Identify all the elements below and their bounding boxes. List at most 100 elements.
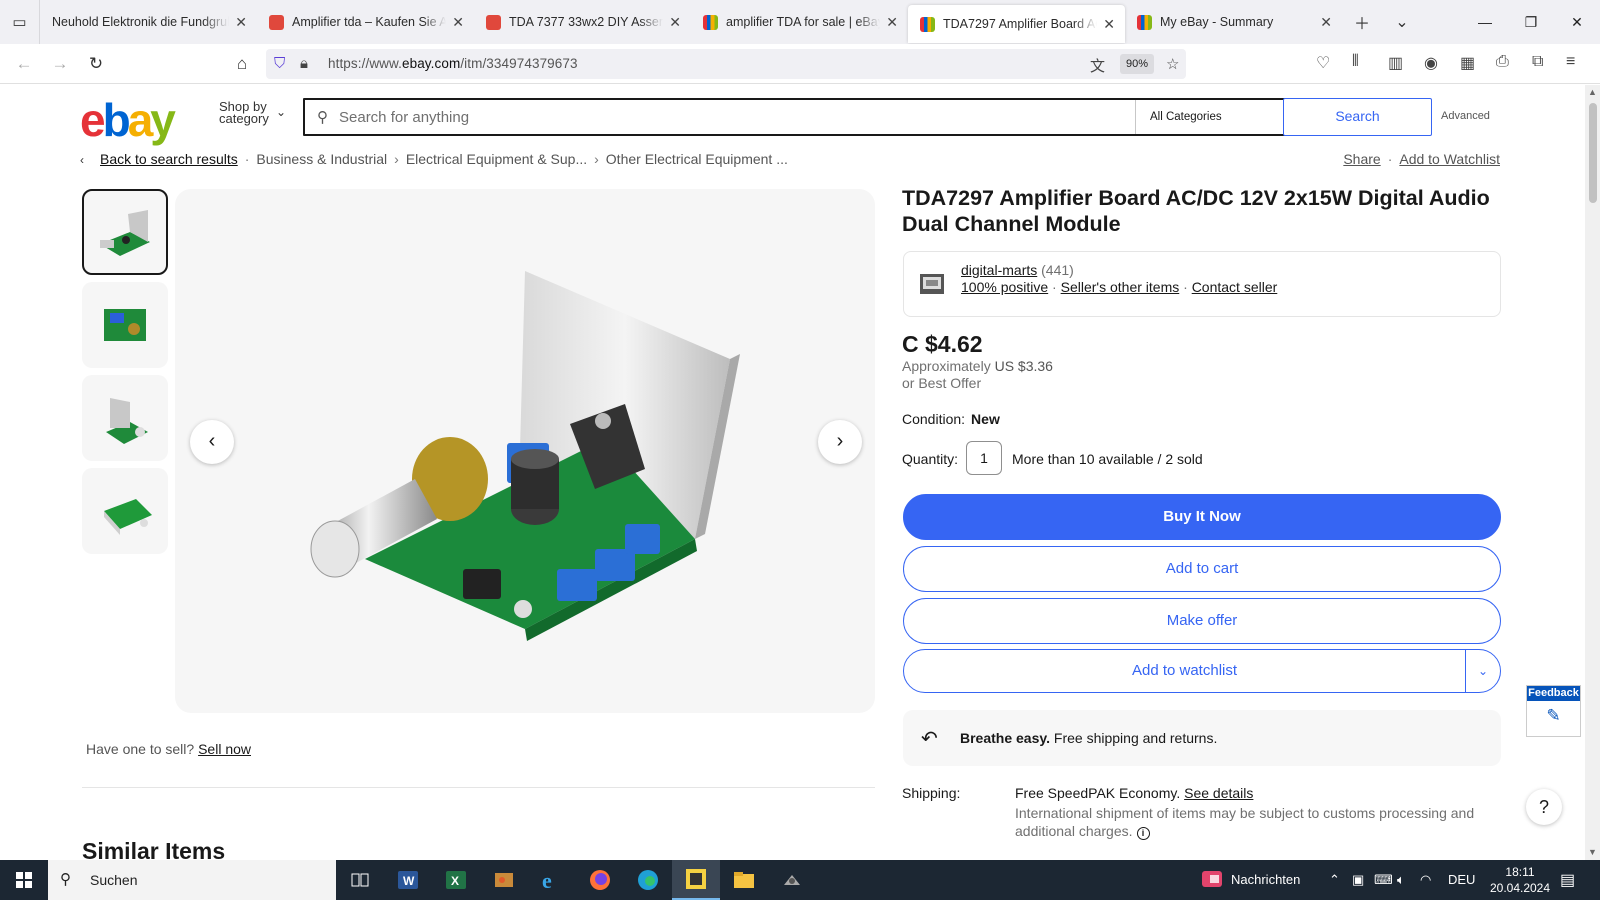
news-widget-icon[interactable]: [1200, 868, 1224, 893]
volume-icon[interactable]: 🔈︎: [1397, 872, 1405, 888]
notifications-icon[interactable]: ▤: [1560, 870, 1575, 890]
tab-overflow-chevron-icon[interactable]: ⌄: [1382, 12, 1422, 32]
seller-name-link[interactable]: digital-marts: [961, 262, 1037, 278]
pocket-icon[interactable]: ♡: [1316, 53, 1330, 73]
device-icon[interactable]: ▣: [1352, 872, 1364, 888]
word-icon[interactable]: W: [384, 860, 432, 900]
chevron-left-icon[interactable]: ‹: [80, 153, 100, 167]
breadcrumb-item[interactable]: Other Electrical Equipment ...: [606, 151, 788, 167]
forward-icon[interactable]: →: [48, 52, 72, 76]
sell-now-link[interactable]: Sell now: [198, 741, 251, 757]
paint-app-icon[interactable]: [480, 860, 528, 900]
back-icon[interactable]: ←: [12, 52, 36, 76]
chevron-down-icon[interactable]: ⌄: [1466, 650, 1500, 692]
close-window-icon[interactable]: ✕: [1554, 0, 1600, 44]
edge-icon[interactable]: [624, 860, 672, 900]
minimize-icon[interactable]: —: [1462, 0, 1508, 44]
show-hidden-icons-icon[interactable]: ⌃: [1329, 872, 1340, 888]
close-tab-icon[interactable]: ✕: [235, 14, 247, 31]
close-tab-icon[interactable]: ✕: [669, 14, 681, 31]
previous-image-button[interactable]: ‹: [190, 420, 234, 464]
breadcrumb-item[interactable]: Business & Industrial: [256, 151, 387, 167]
screenshot-app-icon[interactable]: [672, 860, 720, 900]
close-tab-icon[interactable]: ✕: [1103, 16, 1115, 33]
positive-feedback-link[interactable]: 100% positive: [961, 279, 1048, 295]
search-button[interactable]: Search: [1283, 98, 1432, 136]
contact-seller-link[interactable]: Contact seller: [1192, 279, 1278, 295]
restore-icon[interactable]: ❐: [1508, 0, 1554, 44]
close-tab-icon[interactable]: ✕: [886, 14, 898, 31]
close-tab-icon[interactable]: ✕: [452, 14, 464, 31]
clock[interactable]: 18:11 20.04.2024: [1486, 864, 1554, 896]
translate-icon[interactable]: 文: [1090, 55, 1105, 76]
sellers-other-items-link[interactable]: Seller's other items: [1061, 279, 1180, 295]
menu-icon[interactable]: ≡: [1566, 53, 1575, 71]
add-to-watchlist-button[interactable]: Add to watchlist: [904, 650, 1466, 692]
news-widget-label[interactable]: Nachrichten: [1231, 872, 1300, 887]
shop-by-category-button[interactable]: Shop by category: [219, 100, 269, 125]
network-icon[interactable]: ◠: [1420, 872, 1431, 888]
gallery-thumbnail[interactable]: [82, 375, 168, 461]
bookmark-star-icon[interactable]: ☆: [1166, 55, 1179, 73]
seller-avatar[interactable]: [918, 270, 946, 298]
tab-ebay-item[interactable]: TDA7297 Amplifier Board AC/DC ✕: [908, 5, 1125, 43]
buy-it-now-button[interactable]: Buy It Now: [903, 494, 1501, 540]
tab-ebay-search[interactable]: amplifier TDA for sale | eBay ✕: [691, 0, 908, 44]
search-input[interactable]: [339, 100, 1109, 134]
tab-my-ebay[interactable]: My eBay - Summary ✕: [1125, 0, 1342, 44]
info-icon[interactable]: i: [1136, 827, 1150, 840]
keyboard-icon[interactable]: ⌨: [1374, 872, 1393, 888]
gallery-thumbnail[interactable]: [82, 282, 168, 368]
home-icon[interactable]: ⌂: [230, 52, 254, 76]
zoom-level[interactable]: 90%: [1120, 54, 1155, 74]
sidebar-icon[interactable]: ▥: [1388, 53, 1403, 73]
file-explorer-icon[interactable]: [720, 860, 768, 900]
advanced-search-link[interactable]: Advanced: [1441, 110, 1490, 122]
breadcrumb-item[interactable]: Electrical Equipment & Sup...: [406, 151, 587, 167]
tab-aliexpress-amplifier[interactable]: Amplifier tda – Kaufen Sie Amplifier ✕: [257, 0, 474, 44]
url-bar[interactable]: ⛉ 🔒︎ https://www.ebay.com/itm/3349743796…: [266, 49, 1186, 79]
next-image-button[interactable]: ›: [818, 420, 862, 464]
close-tab-icon[interactable]: ✕: [1320, 14, 1332, 31]
back-to-search-link[interactable]: Back to search results: [100, 151, 238, 167]
help-button[interactable]: ?: [1526, 789, 1562, 825]
excel-icon[interactable]: X: [432, 860, 480, 900]
scroll-down-icon[interactable]: ▼: [1585, 847, 1600, 857]
task-view-icon[interactable]: [336, 860, 384, 900]
library-icon[interactable]: ⫴: [1352, 53, 1359, 71]
add-to-watchlist-link[interactable]: Add to Watchlist: [1399, 151, 1500, 167]
chevron-down-icon[interactable]: ⌄: [276, 105, 286, 119]
feedback-button[interactable]: Feedback ✎: [1526, 685, 1581, 737]
reload-icon[interactable]: ↻: [84, 52, 108, 76]
scroll-up-icon[interactable]: ▲: [1585, 87, 1600, 97]
add-to-cart-button[interactable]: Add to cart: [903, 546, 1501, 592]
seller-feedback-count[interactable]: (441): [1041, 262, 1074, 278]
page-scrollbar[interactable]: ▲ ▼: [1585, 85, 1600, 860]
make-offer-button[interactable]: Make offer: [903, 598, 1501, 644]
scrollbar-thumb[interactable]: [1589, 103, 1597, 203]
internet-explorer-icon[interactable]: e: [528, 860, 576, 900]
new-tab-icon[interactable]: ＋: [1342, 10, 1382, 34]
extension-icon[interactable]: ▦: [1460, 53, 1475, 73]
tab-neuhold[interactable]: Neuhold Elektronik die Fundgrube ✕: [40, 0, 257, 44]
tab-aliexpress-tda7377[interactable]: TDA 7377 33wx2 DIY Assemble ✕: [474, 0, 691, 44]
account-icon[interactable]: ◉: [1424, 53, 1438, 73]
url-text[interactable]: https://www.ebay.com/itm/334974379673: [328, 56, 578, 71]
ebay-logo[interactable]: ebay: [80, 93, 176, 147]
main-product-image[interactable]: [175, 189, 875, 713]
extensions-puzzle-icon[interactable]: ⧉: [1532, 53, 1543, 71]
quantity-input[interactable]: 1: [966, 441, 1002, 475]
language-indicator[interactable]: DEU: [1448, 872, 1475, 887]
gallery-thumbnail[interactable]: [82, 468, 168, 554]
firefox-icon[interactable]: [576, 860, 624, 900]
gallery-thumbnail[interactable]: [82, 189, 168, 275]
tab-list-icon[interactable]: ▭: [0, 0, 40, 44]
taskbar-search-box[interactable]: ⚲ Suchen: [48, 860, 336, 900]
share-link[interactable]: Share: [1343, 151, 1380, 167]
game-app-icon[interactable]: [768, 860, 816, 900]
print-icon[interactable]: ⎙: [1496, 53, 1509, 71]
see-details-link[interactable]: See details: [1184, 785, 1253, 801]
tracking-protection-icon[interactable]: ⛉: [274, 55, 285, 72]
lock-icon[interactable]: 🔒︎: [300, 55, 308, 72]
windows-start-button[interactable]: [0, 860, 48, 900]
